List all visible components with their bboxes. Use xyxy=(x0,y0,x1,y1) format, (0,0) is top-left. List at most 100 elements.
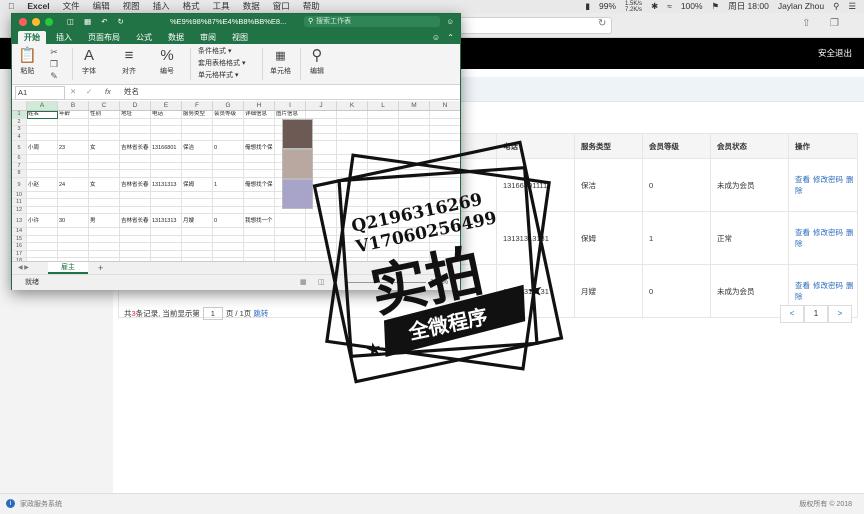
cell[interactable] xyxy=(399,133,430,141)
cell-style-button[interactable]: 单元格样式 ▾ xyxy=(198,70,245,82)
cell[interactable] xyxy=(89,206,120,214)
cell[interactable] xyxy=(58,118,89,126)
cell[interactable] xyxy=(213,228,244,236)
zoom-slider[interactable] xyxy=(346,282,426,283)
cell[interactable] xyxy=(27,133,58,141)
cell[interactable] xyxy=(89,191,120,199)
cell[interactable] xyxy=(368,228,399,236)
share-user-icon[interactable]: ☺ xyxy=(446,14,454,30)
minimize-icon[interactable] xyxy=(32,18,40,26)
spreadsheet-grid[interactable]: A B C D E F G H I J K L M N 1 姓名 年龄 性别 地址 电话 服务类型 会员等级 详细信息 图片信… xyxy=(12,101,460,261)
cell[interactable] xyxy=(337,235,368,243)
cell[interactable] xyxy=(337,126,368,134)
cell[interactable] xyxy=(58,191,89,199)
font-group[interactable]: A 字体 xyxy=(82,46,96,76)
cell[interactable]: 13166801 xyxy=(151,141,182,155)
cell[interactable] xyxy=(213,199,244,207)
row-header[interactable]: 13 xyxy=(12,214,27,228)
cell[interactable] xyxy=(368,199,399,207)
add-sheet-button[interactable]: + xyxy=(98,262,103,274)
cell[interactable] xyxy=(244,170,275,178)
cell[interactable] xyxy=(244,133,275,141)
cell[interactable] xyxy=(399,191,430,199)
cell[interactable]: 13131313 xyxy=(151,214,182,228)
cell[interactable] xyxy=(337,118,368,126)
tab-home[interactable]: 开始 xyxy=(18,31,46,44)
cell[interactable] xyxy=(89,228,120,236)
cell[interactable] xyxy=(430,192,460,199)
cell[interactable] xyxy=(430,228,460,236)
row-header[interactable]: 15 xyxy=(12,235,27,243)
cell[interactable] xyxy=(58,155,89,163)
cell[interactable]: 吉林省长春 xyxy=(120,177,151,192)
cell[interactable] xyxy=(430,170,460,178)
cell[interactable] xyxy=(182,170,213,178)
cells-group[interactable]: ▦ 单元格 xyxy=(270,46,291,76)
cell[interactable] xyxy=(399,141,430,155)
cell[interactable] xyxy=(306,214,337,228)
cell[interactable] xyxy=(89,162,120,170)
row-header[interactable]: 2 xyxy=(12,118,27,126)
cell[interactable] xyxy=(120,199,151,207)
sidebar-toggle-icon[interactable]: ◫ xyxy=(67,14,74,30)
cell[interactable] xyxy=(368,177,399,192)
cell[interactable]: 月嫂 xyxy=(182,214,213,228)
cell[interactable] xyxy=(399,243,430,251)
cell[interactable] xyxy=(182,133,213,141)
cell[interactable] xyxy=(244,250,275,258)
tab-page-layout[interactable]: 页面布局 xyxy=(88,31,120,44)
paste-group[interactable]: 📋 粘贴 xyxy=(18,46,37,76)
cell[interactable] xyxy=(244,199,275,207)
cell[interactable] xyxy=(89,170,120,178)
cell[interactable] xyxy=(430,155,460,163)
page-layout-icon[interactable]: ◫ xyxy=(318,275,325,290)
cell[interactable] xyxy=(27,199,58,207)
cell[interactable] xyxy=(27,191,58,199)
copy-icon[interactable]: ❐ xyxy=(50,58,58,70)
cell[interactable] xyxy=(399,177,430,192)
column-header[interactable]: J xyxy=(306,101,337,110)
row-header[interactable]: 3 xyxy=(12,126,27,134)
cell[interactable]: 吉林省长春 xyxy=(120,141,151,155)
cell[interactable] xyxy=(27,118,58,126)
clock[interactable]: 周日 18:00 xyxy=(728,0,769,13)
cell[interactable] xyxy=(430,126,460,134)
tab-data[interactable]: 数据 xyxy=(168,31,184,44)
cell[interactable] xyxy=(430,251,460,258)
cell[interactable]: 13131313 xyxy=(151,177,182,192)
cell[interactable] xyxy=(182,250,213,258)
cell[interactable] xyxy=(368,250,399,258)
cell[interactable] xyxy=(151,206,182,214)
search-icon[interactable]: ⚲ xyxy=(833,0,839,13)
cell[interactable] xyxy=(368,111,399,119)
cell[interactable] xyxy=(244,206,275,214)
cell[interactable] xyxy=(430,163,460,170)
cell[interactable] xyxy=(244,162,275,170)
current-page-button[interactable]: 1 xyxy=(804,305,828,323)
save-icon[interactable]: ▦ xyxy=(84,14,91,30)
cell[interactable] xyxy=(182,118,213,126)
cell[interactable] xyxy=(368,133,399,141)
cell[interactable] xyxy=(213,206,244,214)
cell[interactable] xyxy=(120,118,151,126)
cell[interactable] xyxy=(89,133,120,141)
cell[interactable]: 俺想找个保 xyxy=(244,141,275,155)
cell[interactable]: 23 xyxy=(58,141,89,155)
column-header[interactable]: K xyxy=(337,101,368,110)
cell[interactable] xyxy=(275,235,306,243)
cell[interactable] xyxy=(306,243,337,251)
notification-icon[interactable]: ☰ xyxy=(848,0,856,13)
row-header[interactable]: 4 xyxy=(12,133,27,141)
column-header[interactable]: E xyxy=(151,101,182,110)
cell[interactable] xyxy=(399,126,430,134)
cell[interactable] xyxy=(89,118,120,126)
cell[interactable] xyxy=(58,170,89,178)
cell[interactable] xyxy=(27,235,58,243)
row-header[interactable]: 5 xyxy=(12,141,27,155)
menu-format[interactable]: 格式 xyxy=(183,0,200,13)
column-header[interactable]: H xyxy=(244,101,275,110)
battery-icon[interactable]: ▮ xyxy=(585,0,590,13)
cell[interactable] xyxy=(368,118,399,126)
cell[interactable] xyxy=(120,155,151,163)
cell[interactable] xyxy=(337,199,368,207)
